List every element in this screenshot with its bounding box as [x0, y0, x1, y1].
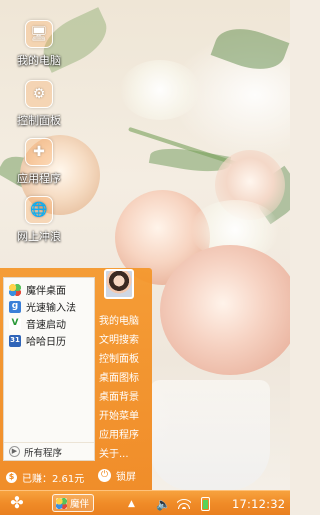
start-menu-footer: $ 已赚：2.61元 ⏻ 锁屏 [0, 464, 152, 490]
shortcut-desktop-icons[interactable]: 桌面图标 [99, 369, 151, 388]
shortcut-my-computer[interactable]: 我的电脑 [99, 312, 151, 331]
tray-expand-icon[interactable]: ▲ [128, 491, 135, 515]
program-list: 魔伴桌面 g 光速输入法 V 音速启动 31 哈哈日历 ▶ 所有程序 [3, 277, 95, 461]
calendar-icon: 31 [9, 334, 21, 347]
applications-icon: ✚ [25, 138, 53, 166]
desktop-icon-label: 应用程序 [17, 172, 61, 185]
taskbar: ✤ 魔伴 ▲ 🔈 17:12:32 [0, 490, 290, 515]
power-icon: ⏻ [98, 469, 111, 482]
speed-launch-icon: V [9, 317, 21, 330]
taskbar-clock[interactable]: 17:12:32 [232, 491, 285, 515]
taskbar-item-label: 魔伴 [70, 499, 90, 510]
desktop-icon-label: 我的电脑 [17, 54, 61, 67]
program-item-calendar[interactable]: 31 哈哈日历 [4, 332, 94, 349]
desktop-icon-control-panel[interactable]: ⚙ 控制面板 [6, 80, 72, 128]
lock-screen-button[interactable]: ⏻ 锁屏 [98, 468, 136, 483]
shortcut-desktop-background[interactable]: 桌面背景 [99, 388, 151, 407]
program-label: 光速输入法 [26, 303, 76, 314]
lock-screen-label: 锁屏 [116, 472, 136, 483]
globe-icon: 🌐 [25, 196, 53, 224]
shortcut-applications[interactable]: 应用程序 [99, 426, 151, 445]
desktop-icon-label: 控制面板 [17, 114, 61, 127]
magic-desktop-icon [56, 497, 67, 509]
start-button[interactable]: ✤ [6, 493, 28, 513]
desktop-icon-label: 网上冲浪 [17, 230, 61, 243]
shortcut-search[interactable]: 文明搜索 [99, 331, 151, 350]
shortcut-list: 我的电脑 文明搜索 控制面板 桌面图标 桌面背景 开始菜单 应用程序 关于... [99, 312, 151, 464]
shortcut-start-menu[interactable]: 开始菜单 [99, 407, 151, 426]
earnings-text: 已赚：2.61元 [22, 473, 85, 485]
wifi-icon[interactable] [177, 491, 191, 515]
program-label: 哈哈日历 [26, 337, 66, 348]
taskbar-item-magic-desktop[interactable]: 魔伴 [52, 494, 94, 512]
shortcut-control-panel[interactable]: 控制面板 [99, 350, 151, 369]
desktop-icon-internet[interactable]: 🌐 网上冲浪 [6, 196, 72, 244]
arrow-right-icon: ▶ [9, 446, 20, 457]
desktop-icon-applications[interactable]: ✚ 应用程序 [6, 138, 72, 186]
desktop-icon-my-computer[interactable]: 🖥 我的电脑 [6, 20, 72, 68]
program-item-input-method[interactable]: g 光速输入法 [4, 298, 94, 315]
battery-icon[interactable] [201, 491, 210, 515]
program-label: 音速启动 [26, 320, 66, 331]
volume-icon[interactable]: 🔈 [156, 491, 171, 515]
earnings-icon: $ [6, 471, 17, 483]
program-item-magic-desktop[interactable]: 魔伴桌面 [4, 281, 94, 298]
program-item-speed-launch[interactable]: V 音速启动 [4, 315, 94, 332]
all-programs-button[interactable]: ▶ 所有程序 [4, 442, 94, 460]
avatar[interactable] [104, 269, 134, 299]
ime-icon: g [9, 300, 21, 313]
control-panel-icon: ⚙ [25, 80, 53, 108]
program-label: 魔伴桌面 [26, 286, 66, 297]
all-programs-label: 所有程序 [24, 447, 63, 459]
start-menu: 魔伴桌面 g 光速输入法 V 音速启动 31 哈哈日历 ▶ 所有程序 我的电脑 … [0, 268, 152, 490]
shortcut-about[interactable]: 关于... [99, 445, 151, 464]
computer-icon: 🖥 [25, 20, 53, 48]
magic-desktop-icon [9, 283, 21, 296]
